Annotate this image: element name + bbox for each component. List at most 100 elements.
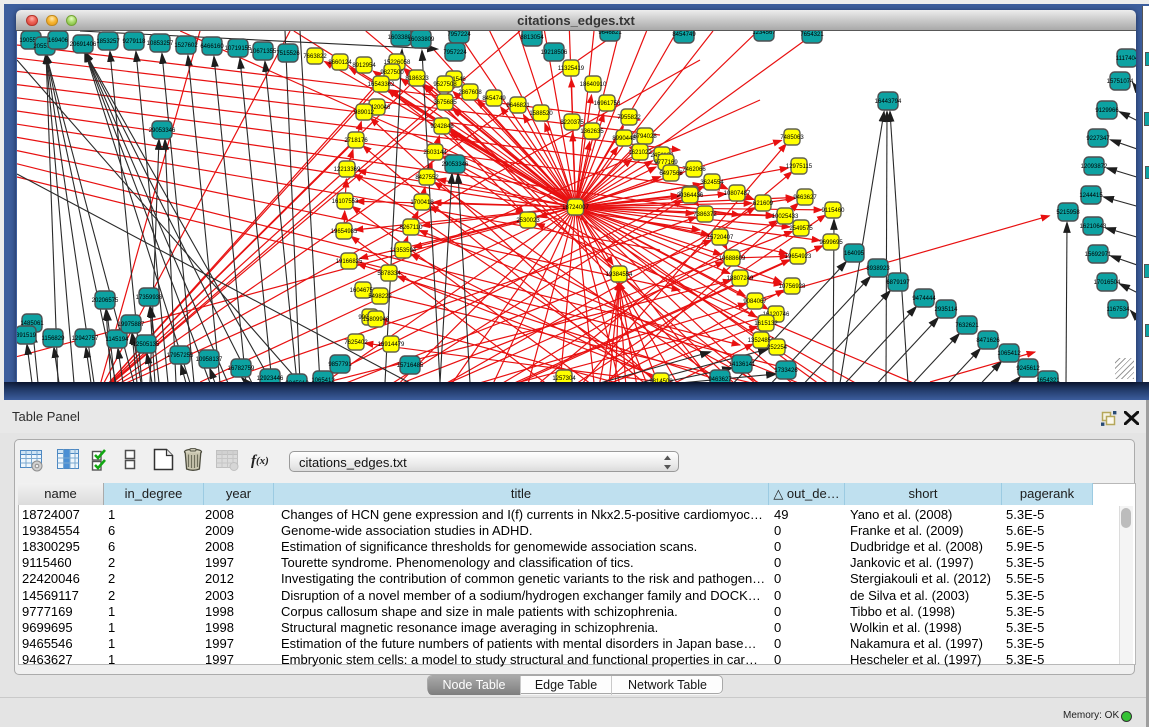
svg-text:16914479: 16914479 [378,342,405,348]
svg-text:9857791: 9857791 [328,362,352,368]
svg-text:2935114: 2935114 [935,307,959,313]
svg-text:10671355: 10671355 [250,49,277,55]
svg-text:1117404: 1117404 [1116,56,1136,62]
svg-text:3624554: 3624554 [700,180,724,186]
svg-text:10025433: 10025433 [772,214,799,220]
svg-text:1733426: 1733426 [774,368,798,374]
svg-text:10756928: 10756928 [779,284,806,290]
svg-text:252254: 252254 [767,345,788,351]
svg-text:17359938: 17359938 [136,295,163,301]
svg-text:8660124: 8660124 [328,60,352,66]
svg-text:2549575: 2549575 [789,226,813,232]
svg-text:7632621: 7632621 [955,323,979,329]
svg-text:164095: 164095 [844,251,865,257]
svg-text:9245612: 9245612 [285,381,309,382]
svg-text:19654985: 19654985 [331,229,358,235]
svg-text:1700418: 1700418 [410,200,434,206]
svg-text:9474444: 9474444 [912,296,936,302]
svg-text:1257304: 1257304 [552,376,576,382]
svg-text:15716485: 15716485 [397,363,424,369]
svg-text:1362635: 1362635 [580,129,604,135]
svg-text:8267110: 8267110 [400,225,424,231]
svg-text:12505135: 12505135 [133,342,160,348]
svg-text:7485063: 7485063 [780,135,804,141]
svg-text:29053346: 29053346 [442,162,469,168]
svg-text:9827500: 9827500 [380,70,404,76]
svg-text:8186323: 8186323 [405,76,429,82]
svg-text:15692971: 15692971 [1085,252,1112,258]
svg-text:7955822: 7955822 [617,115,641,121]
svg-text:1527602: 1527602 [174,43,198,49]
svg-text:1853257: 1853257 [96,39,120,45]
svg-text:6497568: 6497568 [659,171,683,177]
svg-text:16210643: 16210643 [1080,224,1107,230]
svg-text:12213369: 12213369 [334,167,361,173]
svg-text:20206575: 20206575 [92,298,119,304]
svg-text:(x): (x) [256,455,269,467]
svg-text:1615132: 1615132 [754,321,778,327]
svg-text:8938923: 8938923 [866,266,890,272]
svg-text:20691406: 20691406 [70,42,97,48]
svg-text:5878334: 5878334 [377,271,401,277]
svg-text:16782759: 16782759 [228,366,255,372]
svg-text:7386372: 7386372 [693,212,717,218]
svg-text:621609: 621609 [753,201,774,207]
svg-text:12093872: 12093872 [1081,164,1108,170]
svg-text:7654321: 7654321 [800,32,824,38]
svg-text:9129966: 9129966 [1095,108,1119,114]
svg-text:9646821: 9646821 [506,103,530,109]
svg-text:7957224: 7957224 [443,50,467,56]
svg-text:14136141: 14136141 [729,362,756,368]
svg-text:11325419: 11325419 [558,66,585,72]
svg-text:391519: 391519 [17,333,37,339]
svg-text:9245612: 9245612 [1016,366,1040,372]
svg-text:19166825: 19166825 [336,259,363,265]
svg-text:9084067: 9084067 [743,299,767,305]
svg-text:1145194: 1145194 [106,337,130,343]
svg-text:9242848: 9242848 [430,124,454,130]
svg-text:19975887: 19975887 [118,322,145,328]
svg-text:18807249: 18807249 [727,276,754,282]
svg-text:2530023: 2530023 [516,218,540,224]
svg-text:10958137: 10958137 [196,357,223,363]
svg-text:11353594: 11353594 [390,248,417,254]
svg-text:6794028: 6794028 [633,134,657,140]
svg-text:8813054: 8813054 [520,35,544,41]
svg-text:1654321: 1654321 [1036,378,1060,382]
svg-text:12942757: 12942757 [72,336,99,342]
svg-text:8427552: 8427552 [415,175,439,181]
svg-text:9527508: 9527508 [433,82,457,88]
svg-text:12923446: 12923446 [257,376,284,382]
svg-text:9463627: 9463627 [708,377,732,382]
svg-text:9814509: 9814509 [649,379,673,382]
svg-text:16961758: 16961758 [594,101,621,107]
svg-text:12975115: 12975115 [786,164,813,170]
svg-text:7515526: 7515526 [276,51,300,57]
svg-text:6466160: 6466160 [200,44,224,50]
svg-text:9699695: 9699695 [819,240,843,246]
svg-text:29053346: 29053346 [149,128,176,134]
svg-text:1588520: 1588520 [529,111,553,117]
svg-text:19654923: 19654923 [785,254,812,260]
svg-text:15809948: 15809948 [363,317,390,323]
svg-text:10807487: 10807487 [724,191,751,197]
svg-text:169406: 169406 [48,38,69,44]
svg-text:2603144: 2603144 [423,150,447,156]
svg-text:8454749: 8454749 [672,32,696,38]
svg-text:10719155: 10719155 [225,46,252,52]
svg-text:19384554: 19384554 [606,272,633,278]
svg-text:9227347: 9227347 [1086,136,1110,142]
svg-text:7957224: 7957224 [447,32,471,38]
svg-text:8454749: 8454749 [482,96,506,102]
svg-text:1065412: 1065412 [311,378,335,382]
svg-text:6879197: 6879197 [886,280,910,286]
svg-text:1167534: 1167534 [1107,307,1131,313]
svg-text:15720407: 15720407 [707,235,734,241]
svg-text:2718176: 2718176 [344,138,368,144]
svg-text:15751074: 15751074 [1107,79,1134,85]
svg-text:1234567: 1234567 [752,31,776,36]
svg-text:10853257: 10853257 [147,41,174,47]
svg-text:7462066: 7462066 [682,167,706,173]
svg-text:2867608: 2867608 [458,90,482,96]
svg-text:1065412: 1065412 [997,351,1021,357]
